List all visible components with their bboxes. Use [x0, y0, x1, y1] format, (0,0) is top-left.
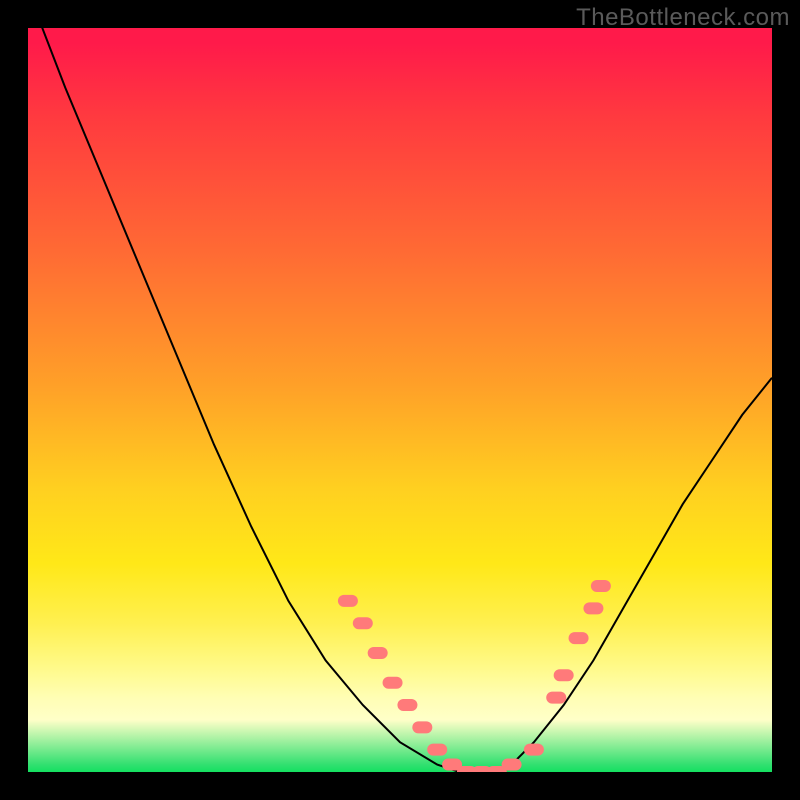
bottleneck-curve — [28, 28, 772, 772]
highlight-dots-group — [344, 586, 605, 772]
chart-svg — [28, 28, 772, 772]
